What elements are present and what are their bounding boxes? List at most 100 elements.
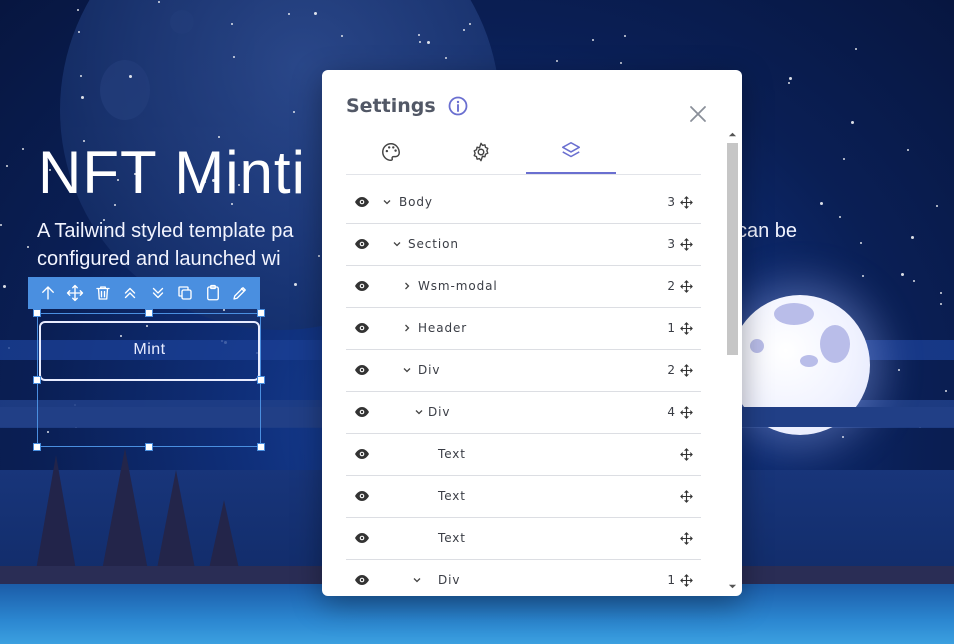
drag-handle-icon[interactable]: [680, 364, 693, 377]
layer-row[interactable]: Div 4: [346, 392, 701, 434]
drag-handle-icon[interactable]: [680, 238, 693, 251]
eye-icon[interactable]: [354, 364, 370, 376]
star: [288, 13, 290, 15]
move-icon[interactable]: [64, 282, 86, 304]
layer-row[interactable]: Text: [346, 476, 701, 518]
trash-icon[interactable]: [92, 282, 114, 304]
drag-handle-icon[interactable]: [680, 280, 693, 293]
eye-icon[interactable]: [354, 406, 370, 418]
tab-style[interactable]: [346, 130, 436, 174]
layer-row[interactable]: Header 1: [346, 308, 701, 350]
star: [820, 202, 823, 205]
eye-icon[interactable]: [354, 574, 370, 586]
clipboard-icon[interactable]: [202, 282, 224, 304]
info-icon[interactable]: [448, 96, 468, 116]
eye-icon[interactable]: [354, 322, 370, 334]
drag-handle-icon[interactable]: [680, 490, 693, 503]
chevron-down-icon[interactable]: [402, 365, 412, 375]
star: [233, 56, 235, 58]
tab-layers[interactable]: [526, 130, 616, 174]
star: [843, 158, 845, 160]
layer-row[interactable]: Body 3: [346, 182, 701, 224]
layer-name: Div: [418, 363, 441, 377]
layer-name: Div: [428, 405, 451, 419]
eye-icon[interactable]: [354, 490, 370, 502]
settings-tabs: [346, 130, 701, 175]
chevron-down-icon[interactable]: [412, 575, 422, 585]
scroll-down-arrow-icon[interactable]: [728, 582, 737, 591]
resize-handle[interactable]: [145, 309, 153, 317]
drag-handle-icon[interactable]: [680, 196, 693, 209]
scroll-up-arrow-icon[interactable]: [728, 130, 737, 139]
chevron-down-icon[interactable]: [414, 407, 424, 417]
eye-icon[interactable]: [354, 532, 370, 544]
gear-icon: [473, 142, 489, 162]
star: [855, 48, 857, 50]
chevron-right-icon[interactable]: [402, 281, 412, 291]
star: [862, 275, 864, 277]
star: [293, 111, 295, 113]
star: [0, 224, 2, 226]
copy-icon[interactable]: [174, 282, 196, 304]
star: [27, 246, 29, 248]
resize-handle[interactable]: [33, 376, 41, 384]
arrow-up-icon[interactable]: [37, 282, 59, 304]
layer-child-count: 2: [667, 363, 675, 377]
star: [913, 280, 915, 282]
star: [314, 12, 317, 15]
layer-row[interactable]: Wsm-modal 2: [346, 266, 701, 308]
chevrons-up-icon[interactable]: [119, 282, 141, 304]
layer-name: Wsm-modal: [418, 279, 498, 293]
drag-handle-icon[interactable]: [680, 574, 693, 587]
layer-row[interactable]: Section 3: [346, 224, 701, 266]
scrollbar-thumb[interactable]: [727, 143, 738, 355]
resize-handle[interactable]: [33, 443, 41, 451]
star: [469, 23, 471, 25]
star: [419, 41, 421, 43]
resize-handle[interactable]: [257, 376, 265, 384]
drag-handle-icon[interactable]: [680, 532, 693, 545]
star: [81, 96, 84, 99]
layer-name: Div: [438, 573, 461, 587]
chevrons-down-icon[interactable]: [147, 282, 169, 304]
star: [940, 292, 942, 294]
chevron-down-icon[interactable]: [382, 197, 392, 207]
drag-handle-icon[interactable]: [680, 448, 693, 461]
settings-panel: Settings Body 3 Section 3 Wsm-modal 2 He…: [322, 70, 742, 596]
star: [80, 75, 82, 77]
resize-handle[interactable]: [33, 309, 41, 317]
star: [624, 35, 626, 37]
star: [860, 242, 862, 244]
star: [445, 57, 447, 59]
resize-handle[interactable]: [257, 443, 265, 451]
pencil-icon[interactable]: [229, 282, 251, 304]
star: [427, 41, 430, 44]
eye-icon[interactable]: [354, 280, 370, 292]
layer-row[interactable]: Div 2: [346, 350, 701, 392]
layer-row[interactable]: Text: [346, 518, 701, 560]
star: [556, 60, 558, 62]
tab-settings[interactable]: [436, 130, 526, 174]
layer-row[interactable]: Div 1: [346, 560, 701, 596]
close-icon[interactable]: [688, 104, 708, 124]
layer-name: Text: [438, 531, 466, 545]
drag-handle-icon[interactable]: [680, 406, 693, 419]
settings-title: Settings: [346, 95, 436, 117]
layer-child-count: 1: [667, 321, 675, 335]
layer-row[interactable]: Text: [346, 434, 701, 476]
resize-handle[interactable]: [145, 443, 153, 451]
layers-icon: [561, 141, 581, 158]
resize-handle[interactable]: [257, 309, 265, 317]
drag-handle-icon[interactable]: [680, 322, 693, 335]
eye-icon[interactable]: [354, 448, 370, 460]
eye-icon[interactable]: [354, 196, 370, 208]
layer-child-count: 1: [667, 573, 675, 587]
eye-icon[interactable]: [354, 238, 370, 250]
layer-child-count: 3: [667, 195, 675, 209]
element-toolbar: [28, 277, 260, 309]
layer-name: Text: [438, 489, 466, 503]
layer-name: Body: [399, 195, 433, 209]
mint-button[interactable]: Mint: [39, 321, 260, 381]
chevron-down-icon[interactable]: [392, 239, 402, 249]
chevron-right-icon[interactable]: [402, 323, 412, 333]
